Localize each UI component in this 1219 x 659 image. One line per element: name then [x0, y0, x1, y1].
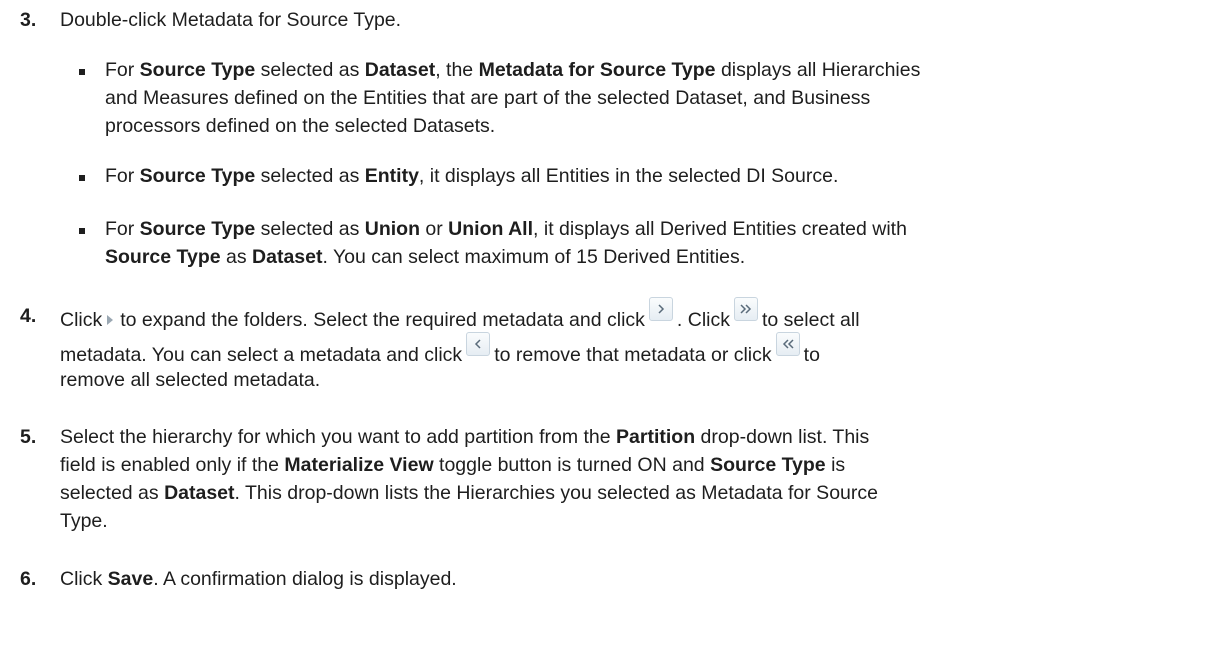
bullet-icon — [79, 175, 85, 181]
list-item: For Source Type selected as Entity, it d… — [105, 165, 839, 187]
move-all-right-icon — [734, 297, 758, 321]
step-text-continuation: field is enabled only if the Materialize… — [60, 454, 846, 476]
step-text-continuation: metadata. You can select a metadata and … — [60, 332, 820, 367]
step-number: 6. — [20, 568, 37, 590]
bullet-icon — [79, 228, 85, 234]
move-left-icon — [466, 332, 491, 356]
list-item-continuation: and Measures defined on the Entities tha… — [105, 87, 871, 109]
step-text: Click Save. A confirmation dialog is dis… — [60, 568, 457, 590]
list-item-continuation: Source Type as Dataset. You can select m… — [105, 246, 746, 268]
step-text-continuation: remove all selected metadata. — [60, 369, 321, 391]
expand-triangle-icon — [106, 309, 114, 332]
step-number: 5. — [20, 426, 37, 448]
step-text-continuation: Type. — [60, 510, 108, 532]
step-text: Select the hierarchy for which you want … — [60, 426, 870, 448]
list-item-continuation: processors defined on the selected Datas… — [105, 115, 496, 137]
list-item: For Source Type selected as Dataset, the… — [105, 59, 921, 81]
bullet-icon — [79, 69, 85, 75]
move-right-icon — [648, 297, 673, 321]
step-text-continuation: selected as Dataset. This drop-down list… — [60, 482, 878, 504]
step-text: Double-click Metadata for Source Type. — [60, 9, 402, 31]
step-number: 4. — [20, 305, 37, 327]
move-all-left-icon — [775, 332, 800, 356]
step-number: 3. — [20, 9, 37, 31]
list-item: For Source Type selected as Union or Uni… — [105, 218, 907, 240]
step-text: Click to expand the folders. Select the r… — [60, 297, 860, 332]
